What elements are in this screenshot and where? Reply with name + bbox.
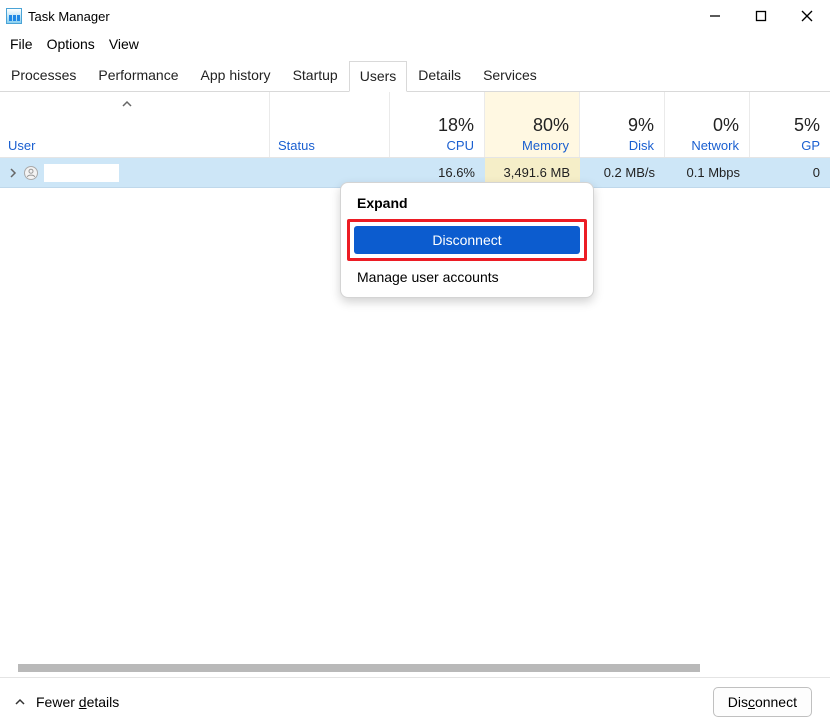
col-net-pct: 0% <box>713 115 739 136</box>
col-network[interactable]: 0% Network <box>665 92 750 157</box>
col-user-label: User <box>8 138 259 153</box>
menu-view[interactable]: View <box>109 36 139 52</box>
col-status-label: Status <box>278 138 379 153</box>
tab-bar: Processes Performance App history Startu… <box>0 60 830 92</box>
title-bar: Task Manager <box>0 0 830 32</box>
tab-app-history[interactable]: App history <box>190 60 282 91</box>
sort-indicator-icon <box>122 96 132 111</box>
cell-network: 0.1 Mbps <box>665 158 750 187</box>
col-gpu-label: GP <box>801 138 820 153</box>
tab-details[interactable]: Details <box>407 60 472 91</box>
col-cpu[interactable]: 18% CPU <box>390 92 485 157</box>
menu-item-expand[interactable]: Expand <box>347 189 587 217</box>
disconnect-button[interactable]: Disconnect <box>713 687 812 717</box>
window-title: Task Manager <box>28 9 110 24</box>
menu-item-manage-accounts[interactable]: Manage user accounts <box>347 263 587 291</box>
horizontal-scrollbar[interactable] <box>18 664 700 672</box>
user-cell <box>0 158 270 187</box>
app-icon <box>6 8 22 24</box>
col-memory[interactable]: 80% Memory <box>485 92 580 157</box>
col-user[interactable]: User <box>0 92 270 157</box>
menu-item-disconnect[interactable]: Disconnect <box>354 226 580 254</box>
minimize-button[interactable] <box>692 0 738 32</box>
fewer-details-button[interactable]: Fewer details <box>14 694 119 710</box>
context-menu: Expand Disconnect Manage user accounts <box>340 182 594 298</box>
tab-startup[interactable]: Startup <box>282 60 349 91</box>
col-disk[interactable]: 9% Disk <box>580 92 665 157</box>
chevron-up-icon <box>14 697 26 707</box>
col-disk-label: Disk <box>629 138 654 153</box>
maximize-button[interactable] <box>738 0 784 32</box>
window-controls <box>692 0 830 32</box>
col-cpu-pct: 18% <box>438 115 474 136</box>
col-gpu-pct: 5% <box>794 115 820 136</box>
annotation-highlight: Disconnect <box>347 219 587 261</box>
menu-bar: File Options View <box>0 32 830 60</box>
user-name-redacted <box>44 164 119 182</box>
col-cpu-label: CPU <box>447 138 474 153</box>
cell-gpu: 0 <box>750 158 830 187</box>
col-net-label: Network <box>691 138 739 153</box>
tab-processes[interactable]: Processes <box>0 60 87 91</box>
close-button[interactable] <box>784 0 830 32</box>
user-icon <box>24 166 38 180</box>
col-mem-pct: 80% <box>533 115 569 136</box>
column-headers: User Status 18% CPU 80% Memory 9% Disk 0… <box>0 92 830 158</box>
tab-users[interactable]: Users <box>349 61 408 92</box>
fewer-details-label: Fewer details <box>36 694 119 710</box>
tab-services[interactable]: Services <box>472 60 548 91</box>
col-gpu[interactable]: 5% GP <box>750 92 830 157</box>
cell-disk: 0.2 MB/s <box>580 158 665 187</box>
chevron-right-icon[interactable] <box>8 168 18 178</box>
col-status[interactable]: Status <box>270 92 390 157</box>
footer: Fewer details Disconnect <box>0 677 830 725</box>
col-disk-pct: 9% <box>628 115 654 136</box>
menu-file[interactable]: File <box>10 36 33 52</box>
tab-performance[interactable]: Performance <box>87 60 189 91</box>
col-mem-label: Memory <box>522 138 569 153</box>
menu-options[interactable]: Options <box>47 36 95 52</box>
